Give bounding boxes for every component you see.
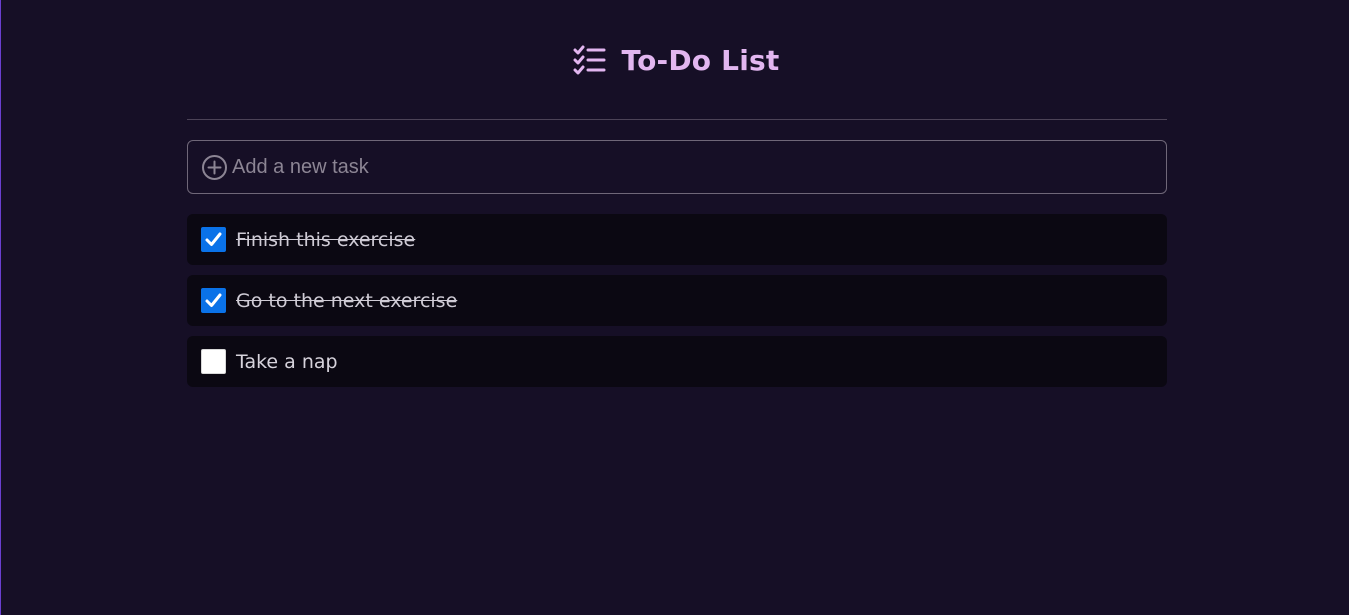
task-item[interactable]: Go to the next exercise	[187, 275, 1167, 326]
checkmark-icon	[205, 293, 222, 307]
task-label: Go to the next exercise	[236, 289, 458, 312]
page-title: To-Do List	[621, 43, 780, 77]
task-label: Take a nap	[236, 350, 338, 373]
task-checkbox[interactable]	[201, 288, 226, 313]
header-divider	[187, 119, 1167, 120]
task-checkbox[interactable]	[201, 349, 226, 374]
task-item[interactable]: Take a nap	[187, 336, 1167, 387]
app-frame: To-Do List Finish this exercise Go to th…	[0, 0, 1349, 615]
task-item[interactable]: Finish this exercise	[187, 214, 1167, 265]
new-task-input[interactable]	[232, 141, 1166, 193]
add-task-field[interactable]	[187, 140, 1167, 194]
task-label: Finish this exercise	[236, 228, 416, 251]
checklist-icon	[572, 42, 608, 78]
plus-circle-icon[interactable]	[201, 154, 228, 181]
checkmark-icon	[205, 232, 222, 246]
task-list: Finish this exercise Go to the next exer…	[187, 214, 1167, 397]
page-header: To-Do List	[1, 38, 1349, 82]
task-checkbox[interactable]	[201, 227, 226, 252]
